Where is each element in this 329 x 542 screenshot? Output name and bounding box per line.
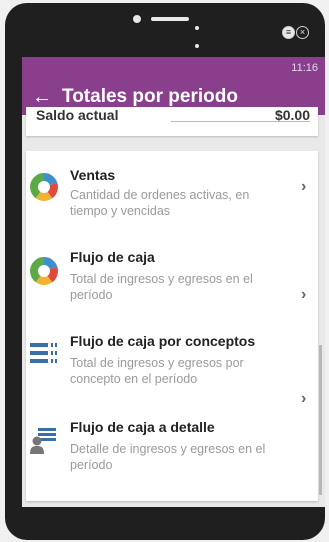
page-title: Totales por periodo (62, 86, 238, 107)
list-item-ventas[interactable]: Ventas Cantidad de ordenes activas, en t… (26, 151, 318, 237)
chevron-right-icon[interactable]: › (301, 286, 306, 304)
window-close-button[interactable]: × (296, 26, 309, 39)
pie-chart-icon (30, 257, 58, 285)
reports-card: Ventas Cantidad de ordenes activas, en t… (26, 151, 318, 501)
item-description: Detalle de ingresos y egresos en el perí… (70, 442, 266, 472)
item-title: Ventas (70, 167, 116, 183)
item-title: Flujo de caja a detalle (70, 419, 215, 435)
list-item-flujo-detalle[interactable]: Flujo de caja a detalle Detalle de ingre… (26, 409, 318, 495)
chevron-right-icon[interactable]: › (301, 178, 306, 196)
sensor-dots (195, 17, 205, 48)
chevron-right-icon[interactable]: › (301, 390, 306, 408)
item-description: Cantidad de ordenes activas, en tiempo y… (70, 188, 250, 218)
window-menu-button[interactable]: ≡ (282, 26, 295, 39)
balance-value: $0.00 (274, 107, 310, 123)
item-description: Total de ingresos y egresos en el períod… (70, 272, 253, 302)
pie-chart-icon (30, 173, 58, 201)
balance-row: Saldo actual $0.00 (26, 107, 318, 136)
camera-icon (133, 15, 141, 23)
device-frame: ≡ × 11:16 ← Totales por periodo Saldo ac… (5, 3, 325, 540)
scrollbar[interactable] (319, 345, 322, 495)
app-screen: 11:16 ← Totales por periodo Saldo actual… (22, 57, 325, 507)
list-bars-icon (30, 343, 57, 363)
item-title: Flujo de caja (70, 249, 155, 265)
status-time: 11:16 (291, 62, 318, 74)
balance-label: Saldo actual (36, 107, 119, 123)
speaker-grille (151, 17, 189, 21)
list-item-flujo-caja[interactable]: Flujo de caja Total de ingresos y egreso… (26, 237, 318, 323)
content-area: Saldo actual $0.00 Ventas Cantidad de or… (22, 107, 325, 507)
list-item-flujo-conceptos[interactable]: Flujo de caja por conceptos Total de ing… (26, 323, 318, 409)
user-detail-icon (30, 428, 56, 454)
item-description: Total de ingresos y egresos por concepto… (70, 356, 244, 386)
back-arrow-icon[interactable]: ← (32, 87, 62, 107)
item-title: Flujo de caja por conceptos (70, 333, 256, 349)
status-bar: 11:16 (22, 57, 325, 79)
